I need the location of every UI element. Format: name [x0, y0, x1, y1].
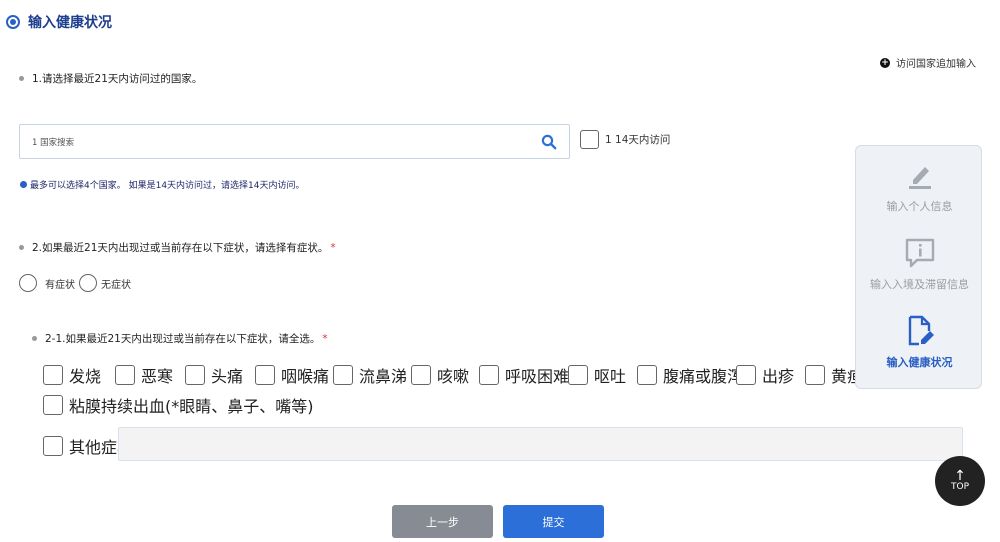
bullet-icon — [19, 76, 24, 81]
info-bubble-icon — [905, 238, 934, 268]
side-item-health-status[interactable]: 输入健康状况 — [856, 314, 983, 370]
symptom-label: 流鼻涕 — [359, 367, 408, 386]
section-title: 输入健康状况 — [6, 12, 112, 32]
symptom-label: 恶寒 — [141, 367, 174, 386]
symptom-checkbox[interactable] — [479, 365, 499, 385]
within14-checkbox[interactable] — [580, 130, 599, 149]
symptom-checkbox[interactable] — [43, 436, 63, 456]
within14-checkbox-wrap[interactable]: 1 14天内访问 — [580, 130, 670, 149]
within14-label: 1 14天内访问 — [605, 134, 671, 146]
symptom-checkbox[interactable] — [736, 365, 756, 385]
document-edit-icon — [908, 315, 934, 346]
question-1-label: 1.请选择最近21天内访问过的国家。 — [32, 73, 203, 85]
symptom-checkbox[interactable] — [43, 365, 63, 385]
side-item-entry-info[interactable]: 输入入境及滞留信息 — [856, 236, 983, 292]
has-symptom-radio[interactable]: 有症状 — [19, 274, 75, 292]
symptom-checkbox[interactable] — [411, 365, 431, 385]
progress-side-panel: 输入个人信息 输入入境及滞留信息 输入健康状况 — [855, 145, 982, 389]
symptom-label: 出疹 — [762, 367, 795, 386]
other-symptom-input[interactable] — [118, 427, 963, 461]
pencil-icon — [908, 167, 931, 189]
info-icon — [20, 181, 27, 188]
symptom-checkbox[interactable] — [333, 365, 353, 385]
symptom-checkbox[interactable] — [43, 395, 63, 415]
symptom-checkbox[interactable] — [185, 365, 205, 385]
q1-note: 最多可以选择4个国家。 如果是14天内访问过，请选择14天内访问。 — [20, 178, 305, 191]
has-symptom-label: 有症状 — [45, 279, 75, 291]
symptom-label: 腹痛或腹泻 — [663, 367, 744, 386]
symptom-checkbox[interactable] — [115, 365, 135, 385]
question-2-1: 2-1.如果最近21天内出现过或当前存在以下症状，请全选。 * — [32, 331, 328, 346]
symptom-chills[interactable]: 恶寒 — [115, 363, 173, 387]
symptom-dyspnea[interactable]: 呼吸困难 — [479, 363, 569, 387]
symptom-label: 头痛 — [211, 367, 244, 386]
required-mark: * — [322, 332, 328, 345]
symptom-label: 咳嗽 — [437, 367, 470, 386]
q1-note-text: 最多可以选择4个国家。 如果是14天内访问过，请选择14天内访问。 — [30, 181, 305, 191]
section-radio-icon — [6, 15, 20, 29]
required-mark: * — [330, 241, 336, 254]
symptom-checkbox[interactable] — [568, 365, 588, 385]
symptom-abdominal-pain[interactable]: 腹痛或腹泻 — [637, 363, 743, 387]
side-item-label: 输入个人信息 — [886, 200, 953, 213]
search-icon[interactable] — [541, 134, 557, 150]
country-search-input[interactable]: 1 国家搜索 — [19, 124, 570, 159]
bullet-icon — [19, 245, 24, 250]
prev-button[interactable]: 上一步 — [392, 505, 493, 538]
symptom-label: 咽喉痛 — [281, 367, 330, 386]
symptom-cough[interactable]: 咳嗽 — [411, 363, 469, 387]
symptom-checkbox[interactable] — [255, 365, 275, 385]
symptom-checkbox[interactable] — [805, 365, 825, 385]
symptom-label: 发烧 — [69, 367, 102, 386]
top-button-label: TOP — [950, 482, 969, 492]
arrow-up-icon: ↑ — [954, 468, 966, 484]
scroll-top-button[interactable]: ↑ TOP — [935, 456, 985, 506]
add-country-label: 访问国家追加输入 — [896, 59, 976, 70]
symptom-label: 粘膜持续出血(*眼睛、鼻子、嘴等) — [69, 397, 314, 416]
symptom-fever[interactable]: 发烧 — [43, 363, 101, 387]
question-2-label: 2.如果最近21天内出现过或当前存在以下症状，请选择有症状。 — [32, 242, 329, 254]
question-1: 1.请选择最近21天内访问过的国家。 — [19, 71, 202, 86]
symptom-rash[interactable]: 出疹 — [736, 363, 794, 387]
symptom-bleeding[interactable]: 粘膜持续出血(*眼睛、鼻子、嘴等) — [43, 393, 314, 417]
add-country-link[interactable]: + 访问国家追加输入 — [880, 55, 976, 70]
question-2: 2.如果最近21天内出现过或当前存在以下症状，请选择有症状。 * — [19, 240, 336, 255]
submit-button[interactable]: 提交 — [503, 505, 604, 538]
has-symptom-radio-circle[interactable] — [19, 274, 37, 292]
side-item-label: 输入入境及滞留信息 — [870, 278, 969, 291]
symptom-sore-throat[interactable]: 咽喉痛 — [255, 363, 329, 387]
side-item-personal-info[interactable]: 输入个人信息 — [856, 158, 983, 214]
symptom-label: 呕吐 — [594, 367, 627, 386]
symptom-checkbox[interactable] — [637, 365, 657, 385]
no-symptom-radio[interactable]: 无症状 — [79, 274, 131, 292]
plus-circle-icon: + — [880, 57, 890, 68]
bullet-icon — [32, 336, 37, 341]
side-item-label: 输入健康状况 — [886, 356, 953, 369]
symptom-runny-nose[interactable]: 流鼻涕 — [333, 363, 407, 387]
no-symptom-radio-circle[interactable] — [79, 274, 97, 292]
symptom-label: 呼吸困难 — [505, 367, 570, 386]
country-search-placeholder: 1 国家搜索 — [32, 137, 75, 148]
symptom-headache[interactable]: 头痛 — [185, 363, 243, 387]
section-title-text: 输入健康状况 — [28, 15, 112, 31]
no-symptom-label: 无症状 — [101, 279, 131, 291]
question-2-1-label: 2-1.如果最近21天内出现过或当前存在以下症状，请全选。 — [45, 333, 321, 345]
symptom-vomiting[interactable]: 呕吐 — [568, 363, 626, 387]
